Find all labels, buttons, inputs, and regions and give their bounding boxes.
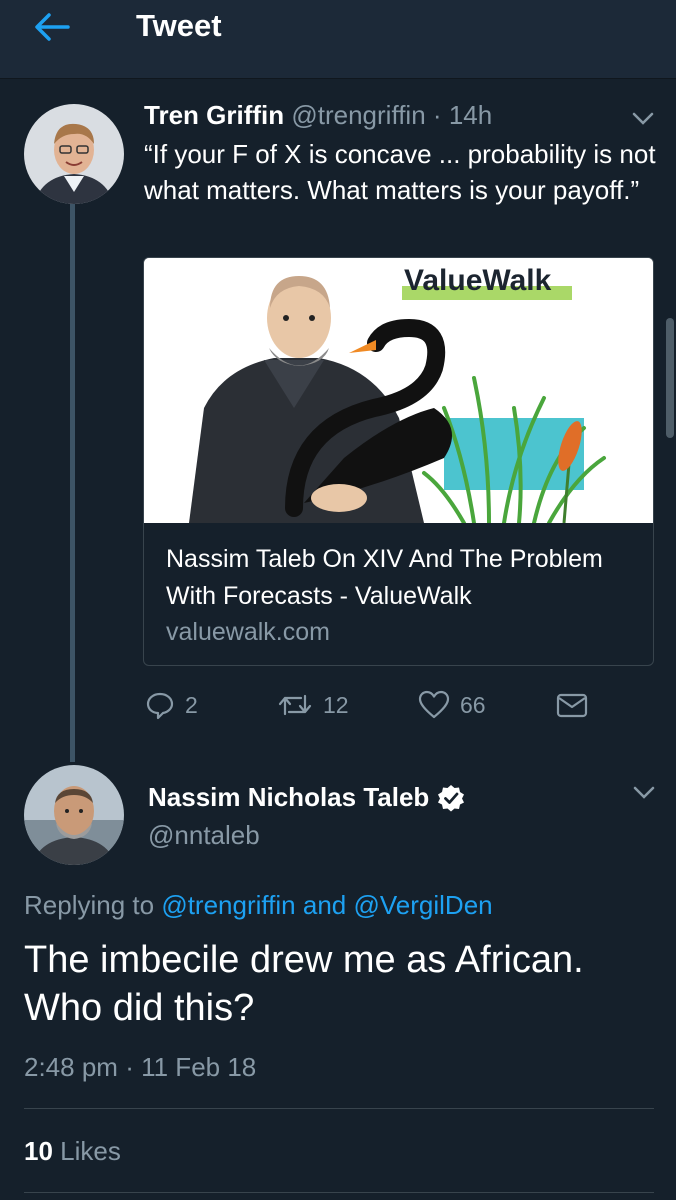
heart-icon	[418, 690, 450, 719]
main-tweet-timestamp[interactable]: 2:48 pm · 11 Feb 18	[24, 1052, 256, 1083]
scrollbar[interactable]	[666, 318, 674, 438]
likes-count: 10	[24, 1136, 53, 1166]
retweet-count: 12	[323, 691, 349, 718]
chevron-down-icon	[633, 786, 655, 799]
main-tweet-text: The imbecile drew me as African. Who did…	[24, 939, 584, 1029]
mail-icon	[556, 693, 588, 718]
replying-to-prefix: Replying to	[24, 890, 155, 920]
reply-mention-trengriffin[interactable]: @trengriffin	[161, 890, 295, 920]
likes-label: Likes	[60, 1136, 121, 1166]
card-title: Nassim Taleb On XIV And The Problem With…	[166, 545, 603, 610]
tweet-time: 2:48 pm	[24, 1052, 118, 1082]
tweet-menu-button[interactable]	[632, 112, 654, 126]
reply-mention-conjunction[interactable]: and	[303, 890, 346, 920]
reply-button[interactable]: 2	[145, 686, 198, 724]
divider	[24, 1108, 654, 1109]
main-tweet-menu-button[interactable]	[633, 786, 655, 800]
reply-mention-vergilden[interactable]: @VergilDen	[353, 890, 492, 920]
card-image: ValueWalk	[144, 258, 653, 525]
tweet-text: “If your F of X is concave ... probabili…	[144, 139, 656, 205]
author-name: Nassim Nicholas Taleb	[148, 782, 430, 812]
retweet-button[interactable]: 12	[277, 686, 349, 724]
like-button[interactable]: 66	[418, 686, 486, 724]
author-handle[interactable]: @trengriffin	[291, 100, 425, 130]
tweet-time-ago[interactable]: 14h	[449, 100, 492, 130]
reply-count: 2	[185, 691, 198, 718]
link-preview-card[interactable]: ValueWalk Nassim Taleb On XIV And The Pr…	[143, 257, 654, 666]
direct-message-button[interactable]	[556, 686, 598, 724]
separator-dot: ·	[432, 100, 442, 130]
like-count: 66	[460, 691, 486, 718]
likes-summary[interactable]: 10 Likes	[24, 1136, 121, 1167]
main-tweet-author-name[interactable]: Nassim Nicholas Taleb	[148, 782, 465, 813]
back-button[interactable]	[32, 10, 72, 44]
reply-icon	[146, 692, 174, 720]
tweet-date: 11 Feb 18	[141, 1052, 257, 1082]
main-tweet-author-handle[interactable]: @nntaleb	[148, 820, 260, 851]
thread-connector	[70, 200, 75, 762]
card-image-brand: ValueWalk	[404, 264, 552, 297]
card-domain: valuewalk.com	[166, 618, 330, 646]
back-arrow-icon	[35, 13, 70, 41]
top-bar: Tweet	[0, 0, 676, 79]
avatar-nassim-taleb[interactable]	[24, 765, 124, 865]
retweet-icon	[278, 694, 312, 716]
chevron-down-icon	[632, 112, 654, 125]
divider	[24, 1192, 654, 1193]
replying-to-line: Replying to @trengriffin and @VergilDen	[24, 890, 493, 921]
author-name[interactable]: Tren Griffin	[144, 100, 284, 130]
page-title: Tweet	[136, 8, 222, 43]
separator-dot: ·	[125, 1052, 134, 1082]
avatar-tren-griffin[interactable]	[24, 104, 124, 204]
verified-badge-icon	[438, 784, 465, 811]
tweet-author-line: Tren Griffin @trengriffin · 14h	[144, 100, 492, 131]
